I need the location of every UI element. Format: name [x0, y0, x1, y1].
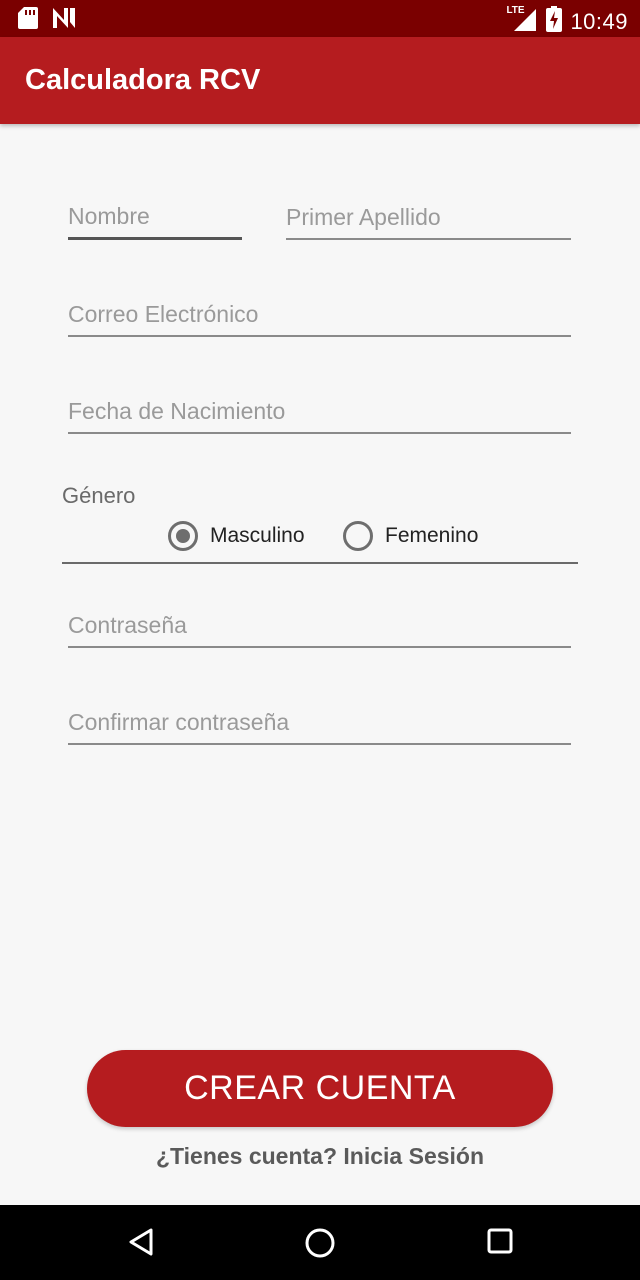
email-input[interactable] [68, 297, 571, 337]
gender-divider [62, 562, 578, 564]
app-title: Calculadora RCV [25, 64, 261, 96]
navigation-bar [0, 1205, 640, 1280]
n-notification-icon [52, 7, 76, 34]
create-account-button[interactable]: CREAR CUENTA [87, 1050, 553, 1127]
confirm-password-input[interactable] [68, 705, 571, 745]
back-icon[interactable] [127, 1227, 155, 1262]
birth-date-input[interactable] [68, 394, 571, 434]
gender-label: Género [62, 483, 136, 508]
first-name-input[interactable] [68, 200, 242, 240]
network-type: LTE [506, 5, 525, 16]
status-bar: LTE 10:49 [0, 0, 640, 37]
gender-option-masculino[interactable]: Masculino [168, 521, 305, 551]
radio-checked-icon[interactable] [168, 521, 198, 551]
signal-icon: LTE [506, 5, 538, 36]
app-bar: Calculadora RCV [0, 37, 640, 124]
radio-unchecked-icon[interactable] [343, 521, 373, 551]
password-input[interactable] [68, 608, 571, 648]
gender-option-label: Masculino [210, 524, 305, 547]
clock: 10:49 [570, 8, 628, 34]
recents-icon[interactable] [486, 1227, 514, 1260]
battery-charging-icon [546, 6, 563, 37]
home-icon[interactable] [304, 1227, 336, 1264]
sd-card-icon [18, 7, 38, 34]
login-link[interactable]: ¿Tienes cuenta? Inicia Sesión [0, 1143, 640, 1170]
last-name-input[interactable] [286, 200, 571, 240]
gender-option-label: Femenino [385, 524, 479, 547]
gender-option-femenino[interactable]: Femenino [343, 521, 478, 551]
